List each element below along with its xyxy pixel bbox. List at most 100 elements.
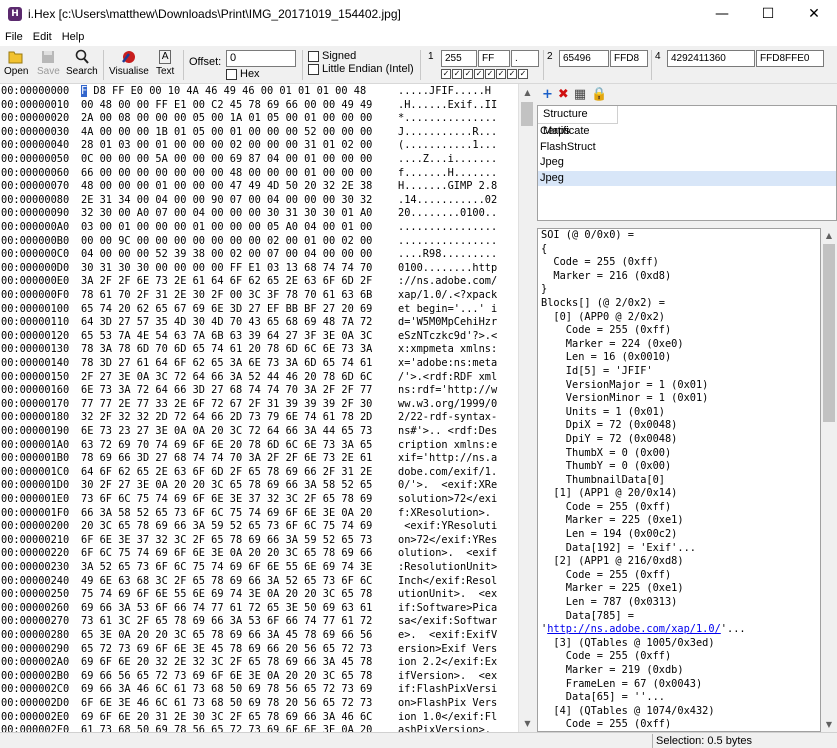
hex-bytes[interactable]: 2F 27 3E 0A 3C 72 64 66 3A 52 44 46 20 7…	[81, 371, 381, 385]
add-icon[interactable]: +	[542, 87, 553, 102]
hex-bytes[interactable]: 49 6E 63 68 3C 2F 65 78 69 66 3A 52 65 7…	[81, 575, 381, 589]
structure-scrollbar[interactable]: ▲ ▼	[821, 228, 837, 732]
maximize-button[interactable]: ☐	[745, 0, 791, 28]
grid-icon[interactable]: ▦	[574, 87, 586, 102]
hex-bytes[interactable]: 66 3A 58 52 65 73 6F 6C 75 74 69 6F 6E 3…	[81, 507, 381, 521]
hex-view[interactable]: 00:00000000 F D8 FF E0 00 10 4A 46 49 46 …	[0, 84, 518, 732]
hex-bytes[interactable]: 73 61 3C 2F 65 78 69 66 3A 53 6F 66 74 7…	[81, 615, 381, 629]
hex-bytes[interactable]: 2A 00 08 00 00 00 05 00 1A 01 05 00 01 0…	[81, 112, 381, 126]
minimize-button[interactable]: —	[699, 0, 745, 28]
scroll-down-arrow-icon[interactable]: ▼	[519, 715, 536, 732]
hex-bytes[interactable]: 64 3D 27 57 35 4D 30 4D 70 43 65 68 69 4…	[81, 316, 381, 330]
hex-ascii[interactable]: ns#'>.. <rdf:Des	[398, 425, 508, 439]
hex-bytes[interactable]: 78 3D 27 61 64 6F 62 65 3A 6E 73 3A 6D 6…	[81, 357, 381, 371]
text-button[interactable]: A Text	[156, 48, 174, 77]
hex-ascii[interactable]: solution>72</exi	[398, 493, 508, 507]
hex-ascii[interactable]: cription xmlns:e	[398, 439, 508, 453]
hex-bytes[interactable]: 77 77 2E 77 33 2E 6F 72 67 2F 31 39 39 3…	[81, 398, 381, 412]
hex-ascii[interactable]: ................	[398, 235, 508, 249]
hex-ascii[interactable]: ifVersion>. <ex	[398, 670, 508, 684]
hex-ascii[interactable]: (...........1...	[398, 139, 508, 153]
hex-bytes[interactable]: 63 72 69 70 74 69 6F 6E 20 78 6D 6C 6E 7…	[81, 439, 381, 453]
bit-checkbox[interactable]: ✓	[518, 69, 528, 79]
bit-checkbox[interactable]: ✓	[507, 69, 517, 79]
little-endian-checkbox[interactable]: Little Endian (Intel)	[308, 63, 414, 75]
hex-ascii[interactable]: eSzNTczkc9d'?>.<	[398, 330, 508, 344]
menu-help[interactable]: Help	[57, 31, 90, 43]
scroll-down-arrow-icon[interactable]: ▼	[821, 717, 837, 732]
hex-scroll-thumb[interactable]	[521, 102, 533, 126]
hex-bytes[interactable]: 69 6F 6E 20 31 2E 30 3C 2F 65 78 69 66 3…	[81, 711, 381, 725]
hex-bytes[interactable]: 6F 6E 3E 37 32 3C 2F 65 78 69 66 3A 59 5…	[81, 534, 381, 548]
byte-decimal-field[interactable]: 255	[441, 50, 477, 67]
hex-scrollbar[interactable]: ▲ ▼	[518, 84, 535, 732]
hex-bytes[interactable]: 65 72 73 69 6F 6E 3E 45 78 69 66 20 56 6…	[81, 643, 381, 657]
hex-ascii[interactable]: x:xmpmeta xmlns:	[398, 343, 508, 357]
hex-ascii[interactable]: utionUnit>. <ex	[398, 588, 508, 602]
hex-ascii[interactable]: /'>.<rdf:RDF xml	[398, 371, 508, 385]
hex-bytes[interactable]: 48 00 00 00 01 00 00 00 47 49 4D 50 20 3…	[81, 180, 381, 194]
hex-ascii[interactable]: J...........R...	[398, 126, 508, 140]
offset-input[interactable]: 0	[226, 50, 296, 67]
structure-map-item[interactable]: FlashStruct	[538, 140, 836, 156]
hex-bytes[interactable]: F D8 FF E0 00 10 4A 46 49 46 00 01 01 01…	[81, 85, 381, 99]
hex-bytes[interactable]: 69 66 3A 46 6C 61 73 68 50 69 78 56 65 7…	[81, 683, 381, 697]
hex-bytes-rest[interactable]: D8 FF E0 00 10 4A 46 49 46 00 01 01 01 0…	[87, 85, 366, 97]
hex-bytes[interactable]: 00 48 00 00 FF E1 00 C2 45 78 69 66 00 0…	[81, 99, 381, 113]
hex-bytes[interactable]: 6F 6E 3E 46 6C 61 73 68 50 69 78 20 56 6…	[81, 697, 381, 711]
menu-file[interactable]: File	[0, 31, 28, 43]
structure-map-item-selected[interactable]: Jpeg	[538, 170, 836, 186]
visualise-button[interactable]: Visualise	[109, 48, 149, 77]
byte-hex-field[interactable]: FF	[478, 50, 510, 67]
hex-bytes[interactable]: 66 00 00 00 00 00 00 00 48 00 00 00 01 0…	[81, 167, 381, 181]
hex-ascii[interactable]: .H......Exif..II	[398, 99, 508, 113]
hex-checkbox[interactable]: Hex	[226, 68, 260, 80]
structure-maps-header[interactable]: Structure Maps	[538, 106, 618, 137]
hex-bytes[interactable]: 65 74 20 62 65 67 69 6E 3D 27 EF BB BF 2…	[81, 303, 381, 317]
hex-ascii[interactable]: ns:rdf='http://w	[398, 384, 508, 398]
open-button[interactable]: Open	[4, 48, 28, 77]
bit-checkbox[interactable]: ✓	[452, 69, 462, 79]
hex-ascii[interactable]: sa</exif:Softwar	[398, 615, 508, 629]
hex-ascii[interactable]: f.......H.......	[398, 167, 508, 181]
xap-namespace-link[interactable]: http://ns.adobe.com/xap/1.0/	[547, 623, 721, 635]
hex-ascii[interactable]: xif='http://ns.a	[398, 452, 508, 466]
dword-decimal-field[interactable]: 4292411360	[667, 50, 755, 67]
hex-bytes[interactable]: 6F 6C 75 74 69 6F 6E 3E 0A 20 20 3C 65 7…	[81, 547, 381, 561]
scroll-up-arrow-icon[interactable]: ▲	[519, 84, 536, 101]
bit-checkbox[interactable]: ✓	[441, 69, 451, 79]
hex-bytes[interactable]: 69 66 56 65 72 73 69 6F 6E 3E 0A 20 20 3…	[81, 670, 381, 684]
dword-hex-field[interactable]: FFD8FFE0	[756, 50, 824, 67]
hex-ascii[interactable]: x='adobe:ns:meta	[398, 357, 508, 371]
hex-bytes[interactable]: 61 73 68 50 69 78 56 65 72 73 69 6F 6E 3…	[81, 724, 381, 732]
hex-bytes[interactable]: 78 69 66 3D 27 68 74 74 70 3A 2F 2F 6E 7…	[81, 452, 381, 466]
bit-checkbox[interactable]: ✓	[485, 69, 495, 79]
hex-ascii[interactable]: et begin='...' i	[398, 303, 508, 317]
delete-icon[interactable]: ✖	[558, 87, 569, 102]
hex-ascii[interactable]: if:FlashPixVersi	[398, 683, 508, 697]
bit-checkbox[interactable]: ✓	[496, 69, 506, 79]
search-button[interactable]: Search	[66, 48, 98, 77]
structure-map-item[interactable]: Certificate	[538, 124, 836, 140]
hex-bytes[interactable]: 03 00 01 00 00 00 01 00 00 00 05 A0 04 0…	[81, 221, 381, 235]
bit-checkbox[interactable]: ✓	[474, 69, 484, 79]
bit-checkbox[interactable]: ✓	[463, 69, 473, 79]
hex-bytes[interactable]: 73 6F 6C 75 74 69 6F 6E 3E 37 32 3C 2F 6…	[81, 493, 381, 507]
hex-ascii[interactable]: if:Software>Pica	[398, 602, 508, 616]
hex-ascii[interactable]: .....JFIF.....H	[398, 85, 508, 99]
hex-ascii[interactable]: :ResolutionUnit>	[398, 561, 508, 575]
hex-ascii[interactable]: on>72</exif:YRes	[398, 534, 508, 548]
hex-bytes[interactable]: 69 6F 6E 20 32 2E 32 3C 2F 65 78 69 66 3…	[81, 656, 381, 670]
little-endian-checkbox-box[interactable]	[308, 63, 319, 75]
word-decimal-field[interactable]: 65496	[559, 50, 609, 67]
hex-bytes[interactable]: 65 3E 0A 20 20 3C 65 78 69 66 3A 45 78 6…	[81, 629, 381, 643]
hex-bytes[interactable]: 32 30 00 A0 07 00 04 00 00 00 30 31 30 3…	[81, 207, 381, 221]
hex-ascii[interactable]: ....R98.........	[398, 248, 508, 262]
byte-char-field[interactable]: .	[511, 50, 539, 67]
hex-ascii[interactable]: olution>. <exif	[398, 547, 508, 561]
hex-bytes[interactable]: 78 3A 78 6D 70 6D 65 74 61 20 78 6D 6C 6…	[81, 343, 381, 357]
hex-bytes[interactable]: 6E 73 3A 72 64 66 3D 27 68 74 74 70 3A 2…	[81, 384, 381, 398]
hex-ascii[interactable]: 0100........http	[398, 262, 508, 276]
lock-icon[interactable]: 🔒	[591, 87, 607, 102]
hex-bytes[interactable]: 2E 31 34 00 04 00 00 90 07 00 04 00 00 0…	[81, 194, 381, 208]
